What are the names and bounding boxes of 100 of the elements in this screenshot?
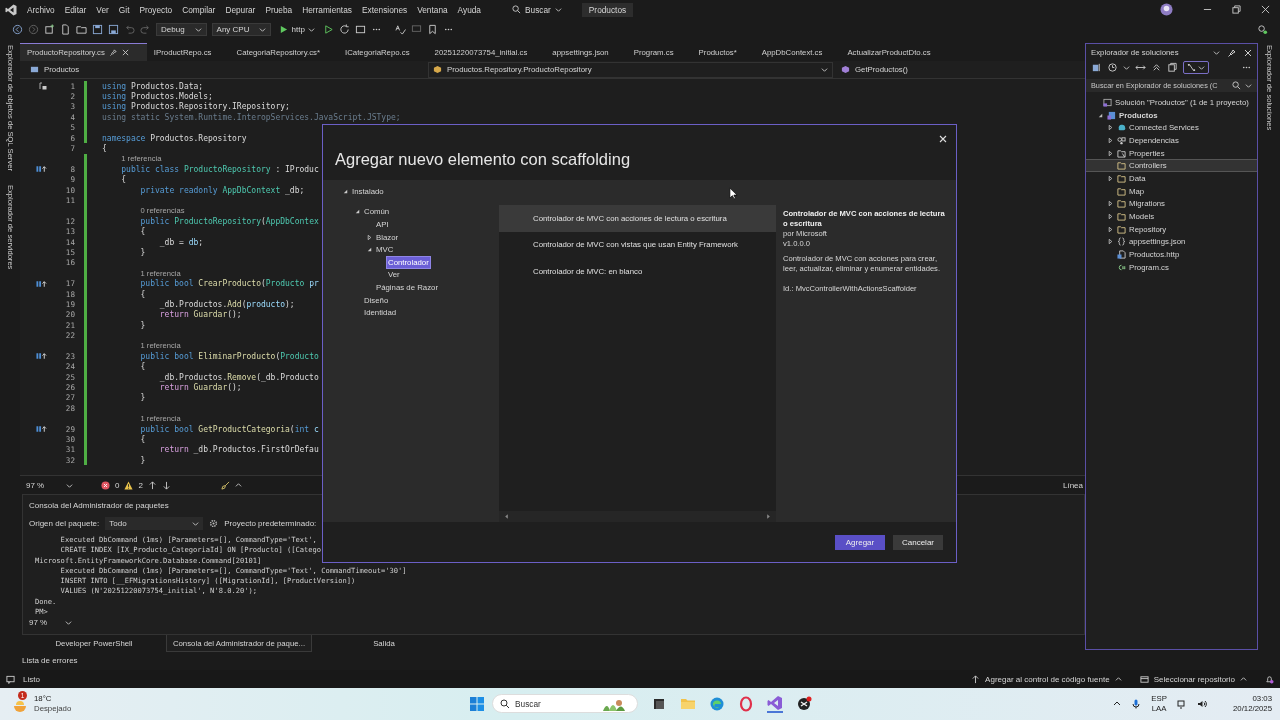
- close-icon[interactable]: [1261, 5, 1270, 14]
- brush-icon[interactable]: [220, 480, 230, 490]
- history-icon[interactable]: [1107, 62, 1118, 73]
- browser-icon[interactable]: [709, 695, 725, 712]
- close-icon[interactable]: [1244, 48, 1252, 57]
- implementation-icon[interactable]: [36, 279, 47, 288]
- close-icon[interactable]: [939, 135, 947, 143]
- scroll-right-icon[interactable]: [765, 513, 772, 520]
- speaker-icon[interactable]: [1196, 699, 1207, 709]
- ring-icon[interactable]: [738, 695, 754, 712]
- start-icon[interactable]: [469, 695, 485, 712]
- new-project-icon[interactable]: [44, 24, 55, 35]
- comment-icon[interactable]: [410, 24, 422, 35]
- play-outline-icon[interactable]: [322, 24, 334, 35]
- pin-icon[interactable]: [109, 49, 117, 56]
- run-button[interactable]: http: [276, 24, 318, 35]
- mouse-cursor-icon: [729, 187, 738, 200]
- app-icon[interactable]: [796, 695, 812, 712]
- save-all-icon[interactable]: [92, 24, 103, 35]
- error-list-tab[interactable]: Lista de errores: [22, 655, 78, 665]
- menu-item[interactable]: Compilar: [177, 4, 221, 15]
- message-icon[interactable]: [6, 674, 15, 684]
- taskbar-search-field[interactable]: Buscar: [492, 694, 638, 713]
- menu-item[interactable]: Archivo: [22, 4, 60, 15]
- implementation-icon[interactable]: [36, 165, 47, 174]
- file-icon[interactable]: [60, 24, 71, 35]
- warning-count[interactable]: 2: [138, 480, 143, 490]
- zoom-dropdown[interactable]: 97 %: [23, 617, 95, 629]
- implementation-icon[interactable]: [36, 352, 47, 361]
- collapse-icon[interactable]: [1151, 62, 1162, 73]
- expand-arrow-icon[interactable]: [1106, 149, 1114, 157]
- forward-icon[interactable]: [28, 24, 39, 35]
- menu-item[interactable]: Depurar: [220, 4, 261, 15]
- caret-icon[interactable]: [234, 481, 242, 489]
- copy-icon[interactable]: [1167, 62, 1178, 73]
- bookmark-icon[interactable]: [426, 24, 438, 35]
- sync-icon[interactable]: [1091, 62, 1102, 73]
- search-menu[interactable]: Buscar: [506, 4, 568, 15]
- expand-arrow-icon[interactable]: [1106, 200, 1114, 208]
- pin-icon[interactable]: [1228, 48, 1236, 57]
- expand-arrow-icon[interactable]: [1106, 213, 1114, 221]
- settings-icon[interactable]: [209, 519, 219, 528]
- platform-dropdown[interactable]: Any CPU: [211, 23, 272, 36]
- caret-icon: [259, 26, 267, 33]
- expand-arrow-icon[interactable]: [1106, 136, 1114, 144]
- error-count[interactable]: 0: [115, 480, 120, 490]
- folder-icon[interactable]: [76, 24, 87, 35]
- expand-arrow-icon[interactable]: [1106, 238, 1114, 246]
- cloud-icon: [1117, 123, 1126, 133]
- menu-item[interactable]: Ver: [91, 4, 114, 15]
- scroll-left-icon[interactable]: [503, 513, 510, 520]
- menu-item[interactable]: Editar: [59, 4, 92, 15]
- caret-icon[interactable]: [1113, 700, 1122, 708]
- source-dropdown[interactable]: Todo: [105, 517, 204, 530]
- filter-button[interactable]: [1183, 61, 1209, 74]
- zoom-dropdown[interactable]: 97 %: [26, 480, 96, 490]
- csharp-file-icon: [1117, 262, 1126, 272]
- add-button[interactable]: Agregar: [835, 534, 885, 550]
- menu-item[interactable]: Ventana: [412, 4, 453, 15]
- search-icon: [500, 698, 510, 709]
- code-line: private readonly AppDbContext _db;: [139, 185, 305, 195]
- expand-arrow-icon[interactable]: [365, 233, 373, 241]
- line-indicator[interactable]: Línea: [1062, 480, 1083, 490]
- menu-item[interactable]: Extensiones: [356, 4, 413, 15]
- expand-arrow-icon[interactable]: [1106, 124, 1114, 132]
- caret-icon: [1198, 64, 1205, 71]
- menu-item[interactable]: Ayuda: [452, 4, 486, 15]
- configuration-dropdown[interactable]: Debug: [156, 23, 207, 36]
- method-icon: [841, 65, 850, 74]
- save-icon[interactable]: [108, 24, 119, 35]
- arrow-up-icon[interactable]: [147, 480, 157, 490]
- code-line: return Guardar();: [158, 383, 242, 392]
- back-icon[interactable]: [12, 24, 23, 35]
- expand-arrow-icon[interactable]: [1106, 225, 1114, 233]
- cancel-button[interactable]: Cancelar: [893, 534, 943, 550]
- live-share-icon[interactable]: [1257, 24, 1268, 35]
- warning-icon: [124, 480, 134, 490]
- arrow-down-icon[interactable]: [161, 480, 171, 490]
- source-control-button[interactable]: Agregar al control de código fuente: [971, 674, 1122, 684]
- menu-item[interactable]: Prueba: [260, 4, 298, 15]
- code-line: }: [139, 393, 146, 403]
- close-icon[interactable]: [121, 49, 129, 56]
- arrow-up-icon: [971, 674, 981, 684]
- repository-button[interactable]: Seleccionar repositorio: [1139, 674, 1247, 684]
- menu-item[interactable]: Herramientas: [297, 4, 357, 15]
- implementation-icon[interactable]: [36, 425, 47, 434]
- menu-item[interactable]: Proyecto: [134, 4, 178, 15]
- spellcheck-icon[interactable]: [394, 24, 406, 35]
- swap-icon[interactable]: [1135, 62, 1146, 73]
- avatar-icon[interactable]: [1160, 3, 1173, 16]
- menu-item[interactable]: Git: [113, 4, 135, 15]
- ide-icon[interactable]: [767, 694, 783, 713]
- microphone-icon[interactable]: [1131, 699, 1142, 709]
- caret-icon: [65, 619, 73, 627]
- network-icon[interactable]: [1176, 699, 1187, 709]
- restore-icon[interactable]: [1232, 5, 1241, 14]
- bell-icon[interactable]: [1265, 674, 1274, 684]
- window-icon[interactable]: [354, 24, 366, 35]
- expand-arrow-icon[interactable]: [1106, 174, 1114, 182]
- refresh-icon[interactable]: [338, 24, 350, 35]
